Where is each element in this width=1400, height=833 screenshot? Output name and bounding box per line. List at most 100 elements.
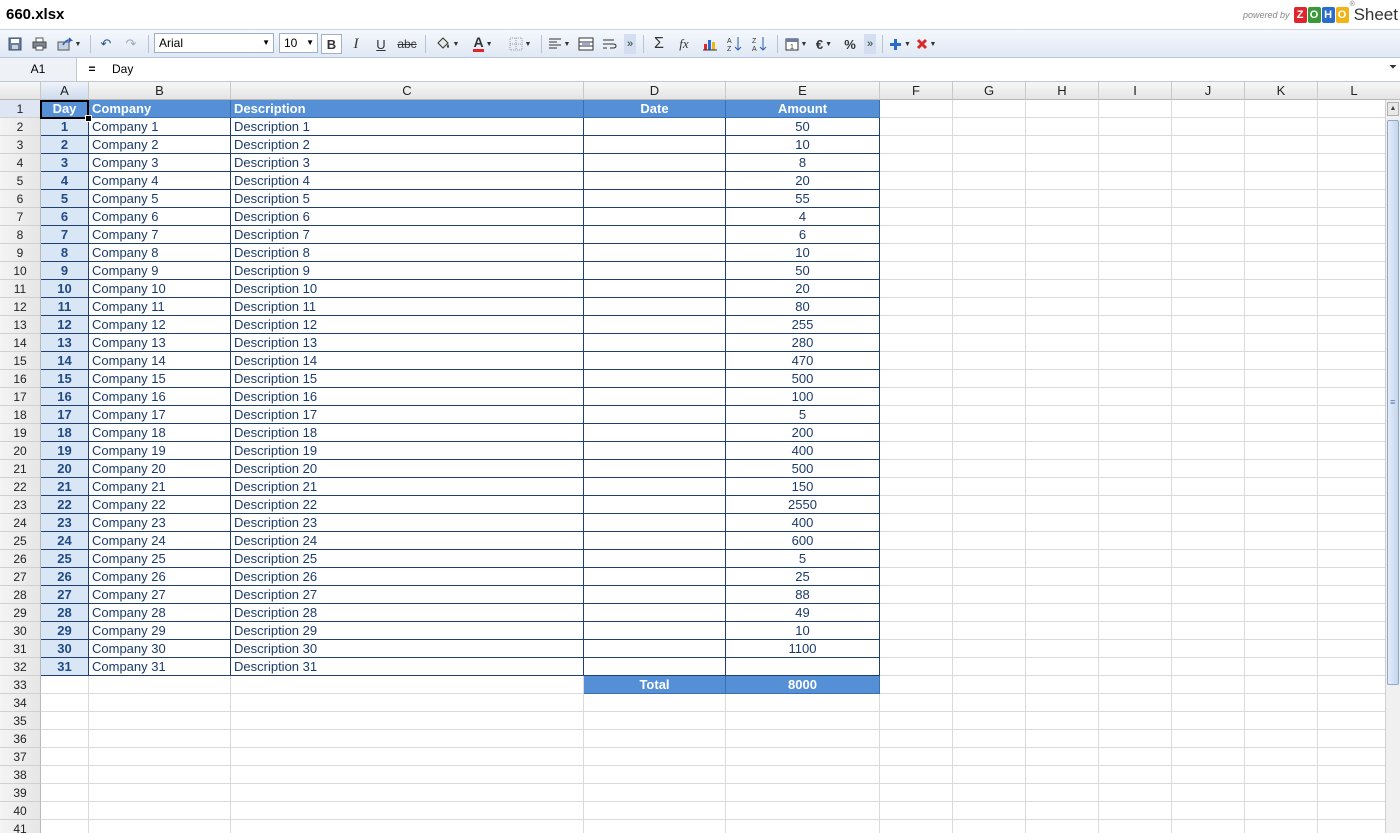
row-header[interactable]: 26 (0, 550, 41, 568)
table-cell[interactable]: 20 (41, 460, 89, 478)
empty-cell[interactable] (880, 604, 953, 622)
empty-cell[interactable] (953, 496, 1026, 514)
empty-cell[interactable] (1026, 370, 1099, 388)
row-header[interactable]: 25 (0, 532, 41, 550)
row-header[interactable]: 6 (0, 190, 41, 208)
table-cell[interactable]: 6 (726, 226, 880, 244)
empty-cell[interactable] (584, 820, 726, 833)
empty-cell[interactable] (1245, 262, 1318, 280)
font-name-select[interactable]: Arial ▼ (154, 33, 274, 53)
table-cell[interactable]: Company 16 (89, 388, 231, 406)
empty-cell[interactable] (1099, 478, 1172, 496)
empty-cell[interactable] (1172, 172, 1245, 190)
empty-cell[interactable] (1026, 190, 1099, 208)
empty-cell[interactable] (1172, 784, 1245, 802)
table-cell[interactable]: Company 10 (89, 280, 231, 298)
table-cell[interactable]: 255 (726, 316, 880, 334)
empty-cell[interactable] (1099, 388, 1172, 406)
brand-logo[interactable]: powered by Z O H O ® Sheet (1243, 1, 1398, 26)
row-header[interactable]: 8 (0, 226, 41, 244)
empty-cell[interactable] (1245, 658, 1318, 676)
empty-cell[interactable] (880, 280, 953, 298)
empty-cell[interactable] (1318, 370, 1385, 388)
table-cell[interactable]: 12 (41, 316, 89, 334)
empty-cell[interactable] (1318, 280, 1385, 298)
table-cell[interactable]: 10 (726, 244, 880, 262)
empty-cell[interactable] (1099, 118, 1172, 136)
table-cell[interactable]: 25 (41, 550, 89, 568)
row-header[interactable]: 32 (0, 658, 41, 676)
empty-cell[interactable] (880, 370, 953, 388)
table-cell[interactable]: Description 29 (231, 622, 584, 640)
empty-cell[interactable] (880, 424, 953, 442)
empty-cell[interactable] (1026, 640, 1099, 658)
empty-cell[interactable] (1318, 712, 1385, 730)
row-header[interactable]: 1 (0, 100, 41, 118)
table-cell[interactable]: 25 (726, 568, 880, 586)
column-header-h[interactable]: H (1026, 82, 1099, 100)
merge-cells-icon[interactable] (576, 34, 596, 54)
row-header[interactable]: 19 (0, 424, 41, 442)
table-cell[interactable] (584, 190, 726, 208)
table-cell[interactable]: 88 (726, 586, 880, 604)
column-header-j[interactable]: J (1172, 82, 1245, 100)
table-cell[interactable] (584, 550, 726, 568)
empty-cell[interactable] (1099, 190, 1172, 208)
table-cell[interactable]: Company 7 (89, 226, 231, 244)
empty-cell[interactable] (1245, 172, 1318, 190)
table-cell[interactable]: 200 (726, 424, 880, 442)
empty-cell[interactable] (953, 766, 1026, 784)
empty-cell[interactable] (953, 442, 1026, 460)
row-header[interactable]: 31 (0, 640, 41, 658)
table-cell[interactable]: Company 31 (89, 658, 231, 676)
empty-cell[interactable] (1026, 496, 1099, 514)
table-cell[interactable]: Company 30 (89, 640, 231, 658)
align-button[interactable]: ▼ (547, 34, 571, 54)
table-cell[interactable] (584, 568, 726, 586)
table-cell[interactable] (584, 352, 726, 370)
table-cell[interactable]: 15 (41, 370, 89, 388)
empty-cell[interactable] (1099, 406, 1172, 424)
table-cell[interactable]: 26 (41, 568, 89, 586)
empty-cell[interactable] (953, 712, 1026, 730)
empty-cell[interactable] (953, 190, 1026, 208)
table-cell[interactable]: Company 17 (89, 406, 231, 424)
empty-cell[interactable] (953, 532, 1026, 550)
table-cell[interactable] (584, 586, 726, 604)
table-cell[interactable]: Company 1 (89, 118, 231, 136)
table-cell[interactable]: 27 (41, 586, 89, 604)
italic-button[interactable]: I (347, 34, 365, 54)
chart-icon[interactable] (700, 34, 720, 54)
empty-cell[interactable] (880, 262, 953, 280)
empty-cell[interactable] (1099, 694, 1172, 712)
empty-cell[interactable] (1245, 244, 1318, 262)
empty-cell[interactable] (1172, 676, 1245, 694)
empty-cell[interactable] (1099, 784, 1172, 802)
table-cell[interactable] (584, 280, 726, 298)
empty-cell[interactable] (880, 712, 953, 730)
table-cell[interactable]: Description 31 (231, 658, 584, 676)
table-cell[interactable]: Description 27 (231, 586, 584, 604)
table-cell[interactable]: Company 21 (89, 478, 231, 496)
empty-cell[interactable] (1099, 532, 1172, 550)
empty-cell[interactable] (1172, 190, 1245, 208)
table-cell[interactable]: Company 25 (89, 550, 231, 568)
table-cell[interactable] (584, 478, 726, 496)
table-cell[interactable] (584, 532, 726, 550)
table-cell[interactable] (584, 406, 726, 424)
empty-cell[interactable] (1245, 604, 1318, 622)
empty-cell[interactable] (1245, 694, 1318, 712)
empty-cell[interactable] (1099, 460, 1172, 478)
row-header[interactable]: 9 (0, 244, 41, 262)
table-cell[interactable] (584, 496, 726, 514)
empty-cell[interactable] (1099, 172, 1172, 190)
table-cell[interactable] (726, 658, 880, 676)
table-cell[interactable]: 29 (41, 622, 89, 640)
table-cell[interactable]: 500 (726, 460, 880, 478)
empty-cell[interactable] (1026, 352, 1099, 370)
empty-cell[interactable] (41, 730, 89, 748)
empty-cell[interactable] (1172, 532, 1245, 550)
table-cell[interactable] (584, 388, 726, 406)
table-cell[interactable]: 16 (41, 388, 89, 406)
table-cell[interactable]: Description 5 (231, 190, 584, 208)
